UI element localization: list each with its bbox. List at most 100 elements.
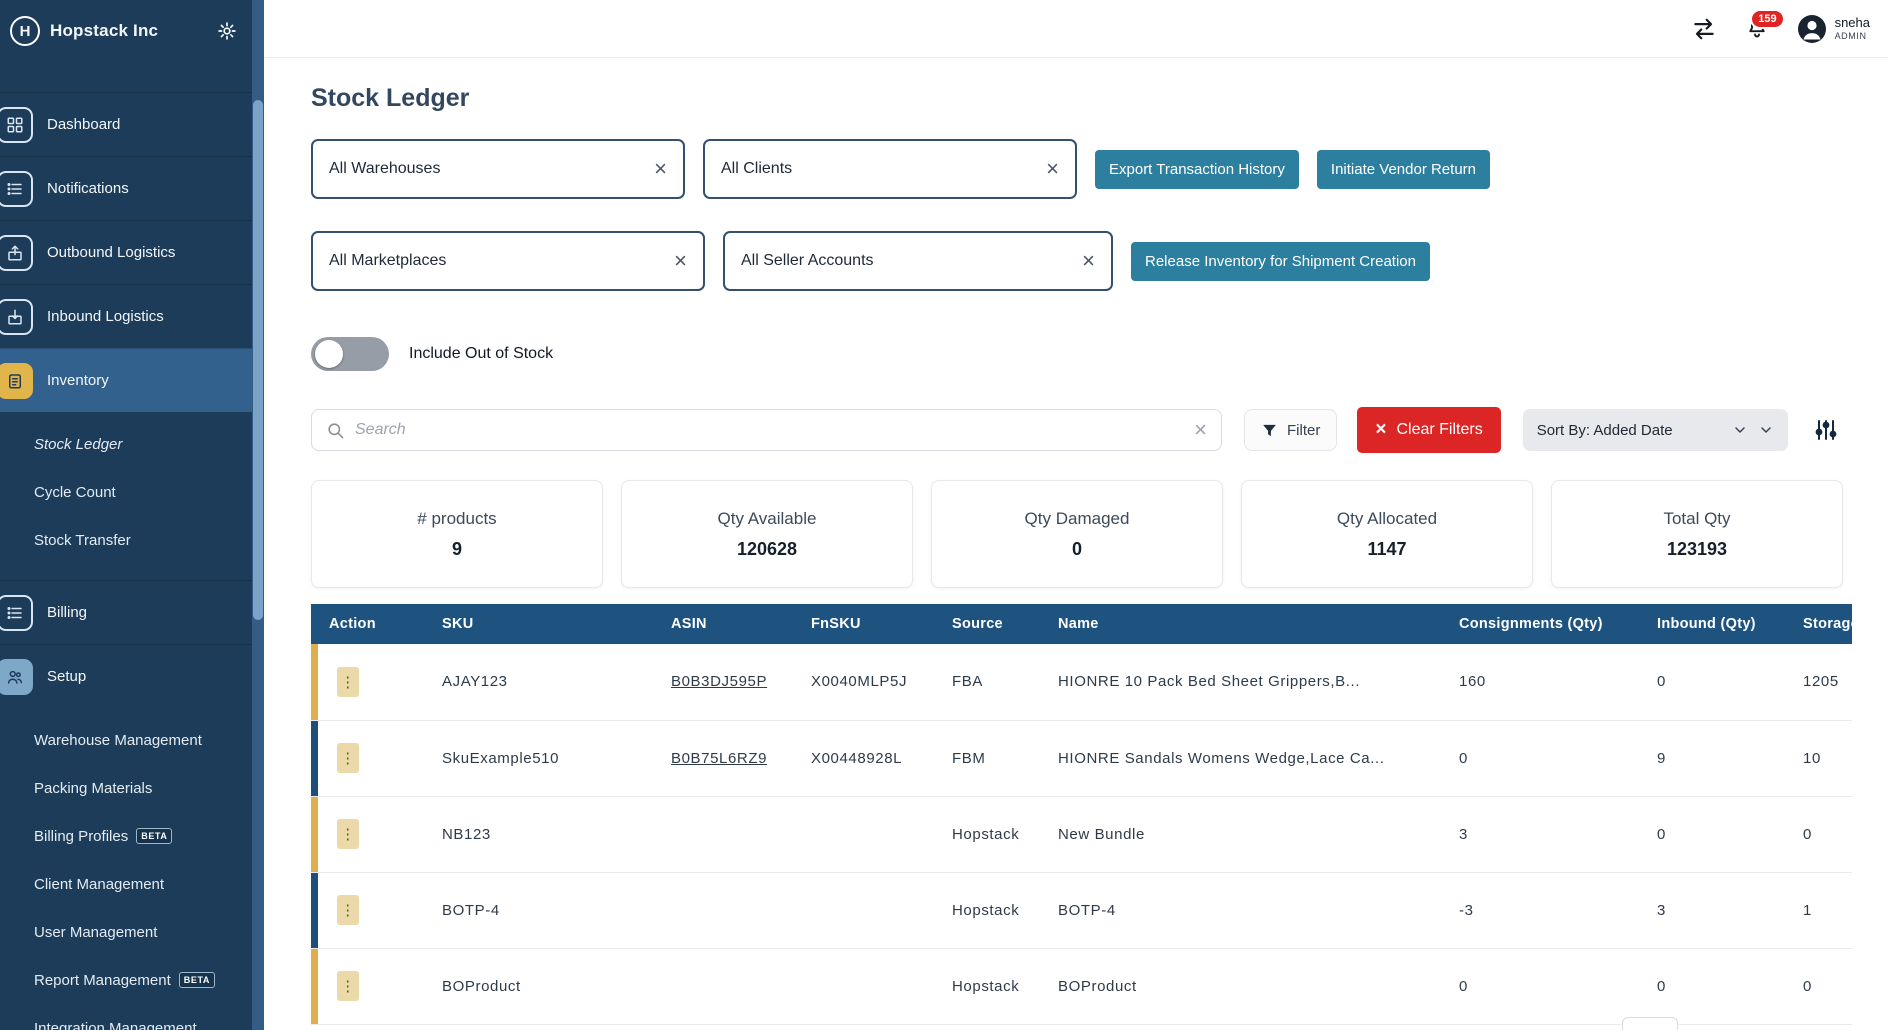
stat-label: # products [417, 509, 496, 529]
sidebar-scrollbar-thumb[interactable] [253, 100, 263, 620]
row-actions-kebab-icon[interactable]: ⋮ [337, 895, 359, 925]
cell-sku: NB123 [432, 796, 661, 872]
sidebar-item-cycle-count[interactable]: Cycle Count [34, 468, 252, 516]
sidebar-item-report-management[interactable]: Report ManagementBETA [34, 956, 252, 1004]
sidebar-item-integration-management[interactable]: Integration Management [34, 1004, 252, 1030]
warehouse-select[interactable]: All Warehouses × [311, 139, 685, 199]
settings-gear-icon[interactable] [214, 18, 240, 44]
sidebar-item-notifications[interactable]: Notifications [0, 156, 252, 220]
col-action: Action [311, 604, 432, 644]
sidebar-item-label: Cycle Count [34, 484, 116, 501]
row-actions-kebab-icon[interactable]: ⋮ [337, 743, 359, 773]
col-storage: Storage (Qty) [1793, 604, 1852, 644]
sidebar-item-outbound-logistics[interactable]: Outbound Logistics [0, 220, 252, 284]
stat-card-products: # products 9 [311, 480, 603, 588]
cell-name: HIONRE 10 Pack Bed Sheet Grippers,B... [1048, 644, 1449, 720]
export-transaction-history-button[interactable]: Export Transaction History [1095, 150, 1299, 189]
search-box: × [311, 409, 1222, 451]
table-row: ⋮ SkuExample510 B0B75L6RZ9 X00448928L FB… [311, 720, 1852, 796]
cell-inbound: 9 [1647, 720, 1793, 796]
client-clear-icon[interactable]: × [1046, 158, 1059, 180]
sidebar-nav: Dashboard Notifications Outbound Logisti… [0, 92, 252, 1030]
search-input[interactable] [355, 421, 1184, 439]
row-actions-kebab-icon[interactable]: ⋮ [337, 819, 359, 849]
cell-storage: 1 [1793, 872, 1852, 948]
notification-count-badge: 159 [1750, 9, 1784, 29]
sidebar-item-label: Packing Materials [34, 780, 152, 797]
sidebar-item-billing[interactable]: Billing [0, 580, 252, 644]
sidebar-item-label: Setup [47, 668, 86, 685]
sidebar: H Hopstack Inc Dashboard Notifica [0, 0, 264, 1030]
user-menu[interactable]: sneha ADMIN [1797, 14, 1870, 44]
table-row: ⋮ NB123 Hopstack New Bundle 3 0 0 [311, 796, 1852, 872]
sidebar-item-stock-transfer[interactable]: Stock Transfer [34, 516, 252, 564]
sidebar-item-label: Dashboard [47, 116, 120, 133]
search-icon [326, 421, 345, 440]
sidebar-item-warehouse-management[interactable]: Warehouse Management [34, 716, 252, 764]
notifications-bell-icon[interactable]: 159 [1745, 17, 1769, 41]
setup-submenu: Warehouse Management Packing Materials B… [0, 708, 252, 1030]
cell-source: Hopstack [942, 796, 1048, 872]
cell-name: HIONRE Sandals Womens Wedge,Lace Ca... [1048, 720, 1449, 796]
switch-warehouse-icon[interactable] [1691, 16, 1717, 42]
sort-by-dropdown[interactable]: Sort By: Added Date [1523, 409, 1788, 451]
sidebar-item-packing-materials[interactable]: Packing Materials [34, 764, 252, 812]
asin-link[interactable]: B0B3DJ595P [671, 673, 767, 690]
toggle-knob [315, 340, 343, 368]
col-name: Name [1048, 604, 1449, 644]
cell-consignments: 0 [1449, 948, 1647, 1024]
sidebar-item-inbound-logistics[interactable]: Inbound Logistics [0, 284, 252, 348]
stock-ledger-table: Action SKU ASIN FnSKU Source Name Consig… [311, 604, 1852, 1025]
chevron-down-icon [1758, 422, 1774, 438]
cell-sku: BOTP-4 [432, 872, 661, 948]
cell-inbound: 0 [1647, 796, 1793, 872]
sidebar-item-stock-ledger[interactable]: Stock Ledger [34, 420, 252, 468]
outbound-logistics-icon [0, 235, 33, 271]
sidebar-item-client-management[interactable]: Client Management [34, 860, 252, 908]
cell-source: Hopstack [942, 948, 1048, 1024]
main-content: Stock Ledger All Warehouses × All Client… [264, 0, 1888, 1025]
client-select[interactable]: All Clients × [703, 139, 1077, 199]
stat-label: Qty Allocated [1337, 509, 1437, 529]
filter-button[interactable]: Filter [1244, 409, 1337, 451]
asin-link[interactable]: B0B75L6RZ9 [671, 750, 767, 767]
sidebar-item-setup[interactable]: Setup [0, 644, 252, 708]
sidebar-item-dashboard[interactable]: Dashboard [0, 92, 252, 156]
row-actions-kebab-icon[interactable]: ⋮ [337, 971, 359, 1001]
cell-consignments: 3 [1449, 796, 1647, 872]
include-out-of-stock-toggle[interactable] [311, 337, 389, 371]
search-clear-icon[interactable]: × [1194, 419, 1207, 441]
marketplace-select[interactable]: All Marketplaces × [311, 231, 705, 291]
sidebar-item-billing-profiles[interactable]: Billing ProfilesBETA [34, 812, 252, 860]
cell-fnsku [801, 872, 942, 948]
stat-label: Total Qty [1663, 509, 1730, 529]
seller-account-select-value: All Seller Accounts [741, 252, 874, 270]
row-actions-kebab-icon[interactable]: ⋮ [337, 667, 359, 697]
cell-fnsku: X0040MLP5J [801, 644, 942, 720]
sidebar-item-user-management[interactable]: User Management [34, 908, 252, 956]
seller-account-clear-icon[interactable]: × [1082, 250, 1095, 272]
table-row: ⋮ AJAY123 B0B3DJ595P X0040MLP5J FBA HION… [311, 644, 1852, 720]
cell-fnsku [801, 796, 942, 872]
beta-badge: BETA [179, 972, 215, 988]
col-sku: SKU [432, 604, 661, 644]
cell-sku: SkuExample510 [432, 720, 661, 796]
table-header-row: Action SKU ASIN FnSKU Source Name Consig… [311, 604, 1852, 644]
stat-card-total-qty: Total Qty 123193 [1551, 480, 1843, 588]
col-consignments: Consignments (Qty) [1449, 604, 1647, 644]
pagination-button[interactable] [1622, 1017, 1678, 1030]
seller-account-select[interactable]: All Seller Accounts × [723, 231, 1113, 291]
sidebar-item-label: Notifications [47, 180, 129, 197]
sidebar-item-label: User Management [34, 924, 157, 941]
marketplace-clear-icon[interactable]: × [674, 250, 687, 272]
initiate-vendor-return-button[interactable]: Initiate Vendor Return [1317, 150, 1490, 189]
warehouse-select-value: All Warehouses [329, 160, 440, 178]
sidebar-item-inventory[interactable]: Inventory [0, 348, 252, 412]
release-inventory-button[interactable]: Release Inventory for Shipment Creation [1131, 242, 1430, 281]
clear-filters-button[interactable]: × Clear Filters [1357, 407, 1500, 453]
warehouse-clear-icon[interactable]: × [654, 158, 667, 180]
cell-storage: 10 [1793, 720, 1852, 796]
sidebar-item-label: Integration Management [34, 1020, 197, 1030]
sidebar-scrollbar-track[interactable] [252, 0, 264, 1030]
column-settings-icon[interactable] [1814, 417, 1838, 443]
